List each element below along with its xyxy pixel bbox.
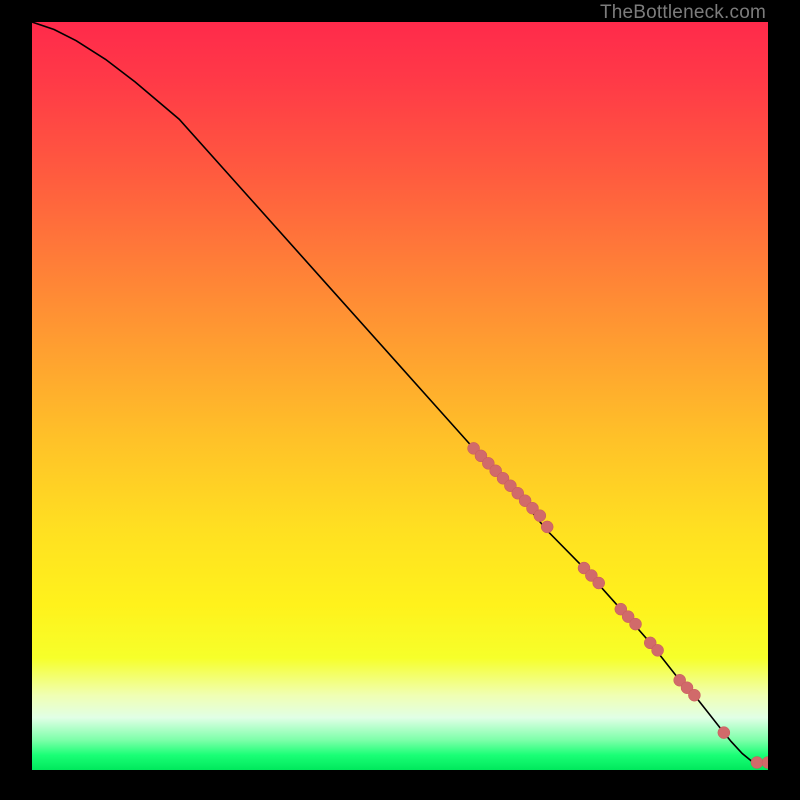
plot-area xyxy=(32,22,768,770)
chart-stage: TheBottleneck.com xyxy=(0,0,800,800)
watermark-label: TheBottleneck.com xyxy=(600,2,766,24)
